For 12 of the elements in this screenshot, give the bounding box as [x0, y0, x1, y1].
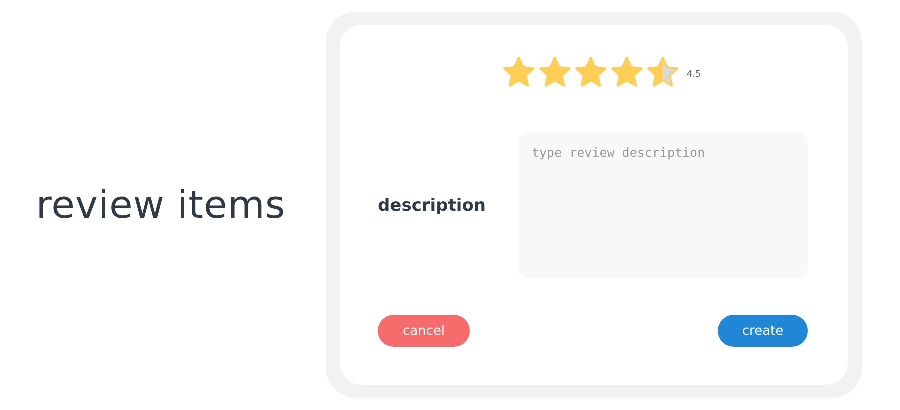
rating-value: 4.5: [686, 70, 702, 80]
star-icon[interactable]: [502, 57, 535, 87]
star-icon[interactable]: [538, 57, 571, 87]
star-rating[interactable]: [502, 57, 679, 87]
star-icon[interactable]: [646, 57, 679, 87]
cancel-button[interactable]: cancel: [378, 315, 470, 347]
page-heading: review items: [36, 183, 286, 227]
description-field[interactable]: type review description: [518, 133, 808, 278]
star-icon[interactable]: [610, 57, 643, 87]
description-label: description: [378, 196, 488, 216]
star-icon[interactable]: [574, 57, 607, 87]
create-button[interactable]: create: [718, 315, 808, 347]
